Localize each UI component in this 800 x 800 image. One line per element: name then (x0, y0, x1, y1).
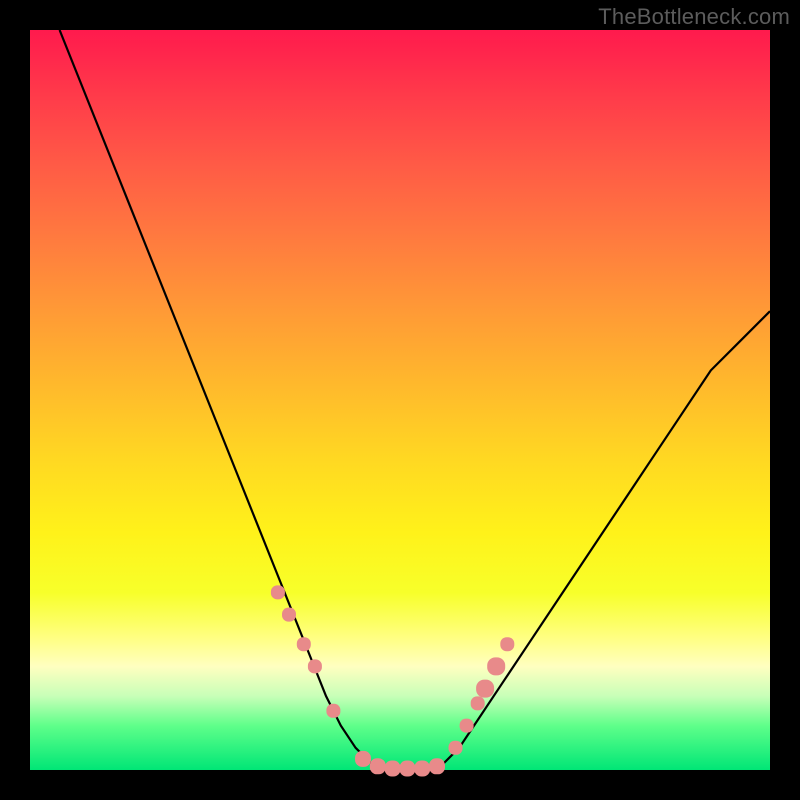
curve-marker (282, 608, 296, 622)
curve-marker (385, 761, 401, 777)
plot-area (30, 30, 770, 770)
curve-marker (449, 741, 463, 755)
curve-marker (399, 761, 415, 777)
bottleneck-curve (30, 30, 770, 770)
curve-marker (414, 761, 430, 777)
curve-marker (326, 704, 340, 718)
curve-marker (370, 758, 386, 774)
curve-marker (500, 637, 514, 651)
curve-marker (271, 585, 285, 599)
curve-marker (487, 657, 505, 675)
watermark-text: TheBottleneck.com (598, 4, 790, 30)
curve-marker (297, 637, 311, 651)
chart-frame: TheBottleneck.com (0, 0, 800, 800)
curve-marker (429, 758, 445, 774)
curve-marker (476, 680, 494, 698)
curve-marker (460, 719, 474, 733)
curve-marker (355, 751, 371, 767)
curve-marker (471, 696, 485, 710)
curve-marker (308, 659, 322, 673)
